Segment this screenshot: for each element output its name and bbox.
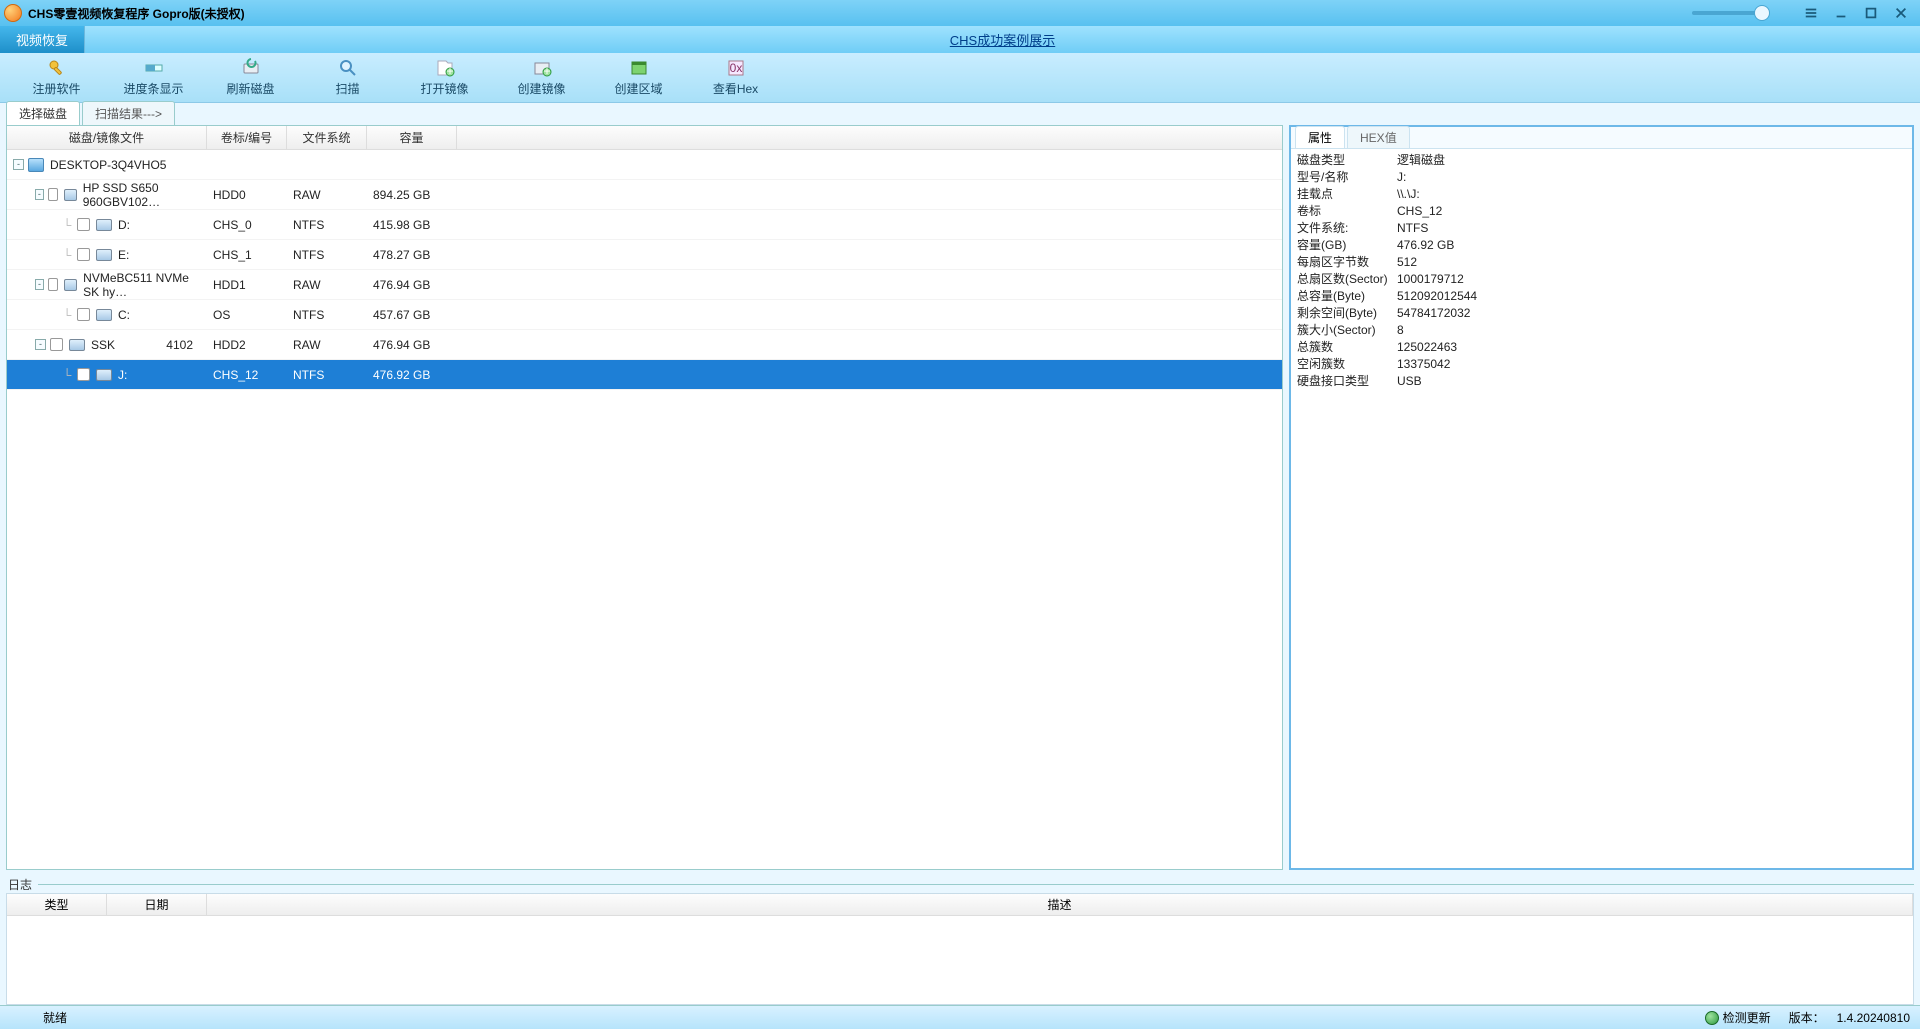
titlebar: CHS零壹视频恢复程序 Gopro版(未授权): [0, 0, 1920, 26]
checkbox[interactable]: [48, 278, 58, 291]
tree-toggle[interactable]: -: [35, 279, 44, 290]
log-col-desc[interactable]: 描述: [207, 894, 1913, 915]
progress-icon: [144, 58, 164, 78]
property-row: 总扇区数(Sector)1000179712: [1297, 270, 1906, 287]
window-title: CHS零壹视频恢复程序 Gopro版(未授权): [28, 5, 245, 22]
toolbar-openimg[interactable]: +打开镜像: [396, 55, 493, 101]
property-row: 簇大小(Sector)8: [1297, 321, 1906, 338]
openimg-icon: +: [435, 58, 455, 78]
svg-text:+: +: [543, 64, 550, 78]
svg-text:0x: 0x: [729, 61, 742, 75]
opacity-slider[interactable]: [1692, 6, 1782, 20]
tree-toggle[interactable]: -: [35, 339, 46, 350]
tab-properties[interactable]: 属性: [1295, 126, 1345, 148]
property-row: 文件系统:NTFS: [1297, 219, 1906, 236]
close-button[interactable]: [1886, 3, 1916, 23]
checkbox[interactable]: [77, 218, 90, 231]
property-row: 硬盘接口类型USB: [1297, 372, 1906, 389]
subtabs: 选择磁盘 扫描结果--->: [0, 103, 1920, 125]
toolbar-register[interactable]: 注册软件: [8, 55, 105, 101]
minimize-button[interactable]: [1826, 3, 1856, 23]
disk-icon: [69, 339, 85, 351]
toolbar-createimg[interactable]: +创建镜像: [493, 55, 590, 101]
disk-row[interactable]: └C:OSNTFS457.67 GB: [7, 300, 1282, 330]
disk-row[interactable]: └D:CHS_0NTFS415.98 GB: [7, 210, 1282, 240]
property-row: 每扇区字节数512: [1297, 253, 1906, 270]
tree-toggle[interactable]: -: [13, 159, 24, 170]
log-grid: 类型 日期 描述: [6, 893, 1914, 1005]
properties-panel: 属性 HEX值 磁盘类型逻辑磁盘型号/名称J:挂载点\\.\J:卷标CHS_12…: [1289, 125, 1914, 870]
check-update-link[interactable]: 检测更新: [1723, 1009, 1771, 1026]
version-value: 1.4.20240810: [1837, 1011, 1910, 1025]
svg-text:+: +: [446, 64, 453, 78]
globe-icon: [1705, 1011, 1719, 1025]
status-bar: 就绪 检测更新 版本： 1.4.20240810: [0, 1005, 1920, 1029]
disk-row[interactable]: └E:CHS_1NTFS478.27 GB: [7, 240, 1282, 270]
property-row: 卷标CHS_12: [1297, 202, 1906, 219]
col-disk[interactable]: 磁盘/镜像文件: [7, 126, 207, 149]
disk-icon: [64, 189, 77, 201]
status-ready: 就绪: [10, 1009, 100, 1026]
log-col-date[interactable]: 日期: [107, 894, 207, 915]
tab-select-disk[interactable]: 选择磁盘: [6, 101, 80, 125]
tab-scan-results[interactable]: 扫描结果--->: [82, 101, 175, 125]
property-row: 磁盘类型逻辑磁盘: [1297, 151, 1906, 168]
scan-icon: [338, 58, 358, 78]
property-row: 挂载点\\.\J:: [1297, 185, 1906, 202]
menu-button[interactable]: [1796, 3, 1826, 23]
disk-icon: [64, 279, 77, 291]
tab-hex[interactable]: HEX值: [1347, 126, 1410, 148]
disk-row[interactable]: -SSK4102HDD2RAW476.94 GB: [7, 330, 1282, 360]
register-icon: [47, 58, 67, 78]
disk-icon: [96, 309, 112, 321]
disk-icon: [96, 219, 112, 231]
version-label: 版本：: [1789, 1009, 1825, 1026]
toolbar-refresh[interactable]: 刷新磁盘: [202, 55, 299, 101]
col-capacity[interactable]: 容量: [367, 126, 457, 149]
disk-tree-panel: 磁盘/镜像文件 卷标/编号 文件系统 容量 -DESKTOP-3Q4VHO5-H…: [6, 125, 1283, 870]
log-title: 日志: [6, 874, 1914, 893]
disk-row[interactable]: -NVMeBC511 NVMe SK hy…HDD1RAW476.94 GB: [7, 270, 1282, 300]
menubar: 视频恢复 CHS成功案例展示: [0, 26, 1920, 53]
grid-header: 磁盘/镜像文件 卷标/编号 文件系统 容量: [7, 126, 1282, 150]
property-row: 容量(GB)476.92 GB: [1297, 236, 1906, 253]
checkbox[interactable]: [48, 188, 58, 201]
tree-toggle[interactable]: -: [35, 189, 44, 200]
computer-icon: [28, 158, 44, 172]
maximize-button[interactable]: [1856, 3, 1886, 23]
toolbar-viewhex[interactable]: 0x查看Hex: [687, 55, 784, 101]
checkbox[interactable]: [77, 248, 90, 261]
property-row: 总簇数125022463: [1297, 338, 1906, 355]
toolbar-createregion[interactable]: 创建区域: [590, 55, 687, 101]
toolbar-progress[interactable]: 进度条显示: [105, 55, 202, 101]
createregion-icon: [629, 58, 649, 78]
checkbox[interactable]: [50, 338, 63, 351]
refresh-icon: [241, 58, 261, 78]
success-cases-link[interactable]: CHS成功案例展示: [950, 30, 1055, 49]
col-fs[interactable]: 文件系统: [287, 126, 367, 149]
toolbar-scan[interactable]: 扫描: [299, 55, 396, 101]
log-col-type[interactable]: 类型: [7, 894, 107, 915]
checkbox[interactable]: [77, 368, 90, 381]
property-row: 型号/名称J:: [1297, 168, 1906, 185]
createimg-icon: +: [532, 58, 552, 78]
disk-row[interactable]: -HP SSD S650 960GBV102…HDD0RAW894.25 GB: [7, 180, 1282, 210]
disk-row[interactable]: -DESKTOP-3Q4VHO5: [7, 150, 1282, 180]
property-row: 空闲簇数13375042: [1297, 355, 1906, 372]
property-row: 总容量(Byte)512092012544: [1297, 287, 1906, 304]
disk-icon: [96, 249, 112, 261]
app-icon: [4, 4, 22, 22]
disk-row[interactable]: └J:CHS_12NTFS476.92 GB: [7, 360, 1282, 390]
checkbox[interactable]: [77, 308, 90, 321]
tab-video-recovery[interactable]: 视频恢复: [0, 26, 85, 53]
disk-icon: [96, 369, 112, 381]
toolbar: 注册软件进度条显示刷新磁盘扫描+打开镜像+创建镜像创建区域0x查看Hex: [0, 53, 1920, 103]
property-row: 剩余空间(Byte)54784172032: [1297, 304, 1906, 321]
viewhex-icon: 0x: [726, 58, 746, 78]
col-volume[interactable]: 卷标/编号: [207, 126, 287, 149]
